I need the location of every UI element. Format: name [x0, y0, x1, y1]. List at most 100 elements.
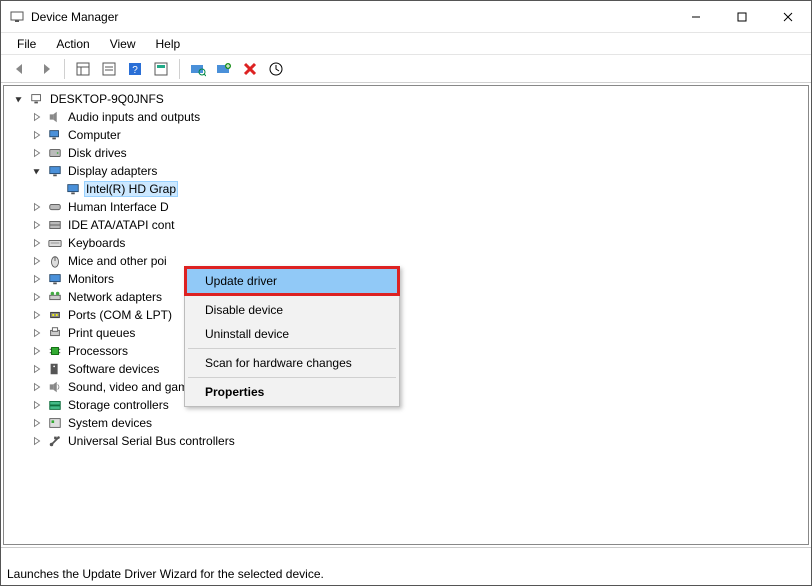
device-tree-pane[interactable]: DESKTOP-9Q0JNFS Audio inputs and outputs C… — [3, 85, 809, 545]
software-icon — [47, 361, 63, 377]
tree-category[interactable]: Processors — [8, 342, 808, 360]
forward-button[interactable] — [35, 58, 57, 80]
display-icon — [47, 163, 63, 179]
tree-device-label: Intel(R) HD Grap — [84, 181, 178, 197]
status-text: Launches the Update Driver Wizard for th… — [7, 567, 805, 581]
tree-category[interactable]: Audio inputs and outputs — [8, 108, 808, 126]
tree-toggle-icon[interactable] — [30, 380, 44, 394]
keyboard-icon — [47, 235, 63, 251]
menu-view[interactable]: View — [100, 35, 146, 53]
tree-category-label: Print queues — [66, 325, 137, 341]
toolbar-divider — [64, 59, 65, 79]
help-button[interactable]: ? — [124, 58, 146, 80]
tree-toggle-icon[interactable] — [30, 164, 44, 178]
tree-category[interactable]: Keyboards — [8, 234, 808, 252]
tree-toggle-icon[interactable] — [30, 416, 44, 430]
toolbar-divider — [179, 59, 180, 79]
menu-help[interactable]: Help — [146, 35, 191, 53]
tree-toggle-icon[interactable] — [30, 344, 44, 358]
tree-category-label: Software devices — [66, 361, 161, 377]
show-hide-tree-button[interactable] — [72, 58, 94, 80]
menu-action[interactable]: Action — [46, 35, 99, 53]
display-icon — [65, 181, 81, 197]
tree-category-label: Computer — [66, 127, 123, 143]
cm-separator — [188, 377, 396, 378]
computer-icon — [29, 91, 45, 107]
hid-icon — [47, 199, 63, 215]
minimize-button[interactable] — [673, 1, 719, 33]
tree-toggle-icon[interactable] — [30, 308, 44, 322]
cm-properties[interactable]: Properties — [187, 380, 397, 404]
tree-toggle-icon[interactable] — [30, 290, 44, 304]
menu-file[interactable]: File — [7, 35, 46, 53]
statusbar: Launches the Update Driver Wizard for th… — [1, 547, 811, 585]
scan-hardware-button[interactable] — [187, 58, 209, 80]
tree-category-label: IDE ATA/ATAPI cont — [66, 217, 176, 233]
tree-category[interactable]: Monitors — [8, 270, 808, 288]
tree-toggle-icon[interactable] — [30, 146, 44, 160]
tree-toggle-icon[interactable] — [30, 200, 44, 214]
tree-category-label: Universal Serial Bus controllers — [66, 433, 237, 449]
add-legacy-button[interactable] — [213, 58, 235, 80]
tree-category[interactable]: Storage controllers — [8, 396, 808, 414]
uninstall-button[interactable] — [239, 58, 261, 80]
tree-category[interactable]: Ports (COM & LPT) — [8, 306, 808, 324]
tree-category[interactable]: Print queues — [8, 324, 808, 342]
tree-toggle-icon[interactable] — [30, 128, 44, 142]
tree-toggle-icon[interactable] — [30, 398, 44, 412]
tree-category[interactable]: Disk drives — [8, 144, 808, 162]
tree-category[interactable]: IDE ATA/ATAPI cont — [8, 216, 808, 234]
tree-root[interactable]: DESKTOP-9Q0JNFS — [8, 90, 808, 108]
usb-icon — [47, 433, 63, 449]
tree-toggle-icon[interactable] — [30, 254, 44, 268]
device-tree: DESKTOP-9Q0JNFS Audio inputs and outputs C… — [4, 90, 808, 450]
tree-category[interactable]: Computer — [8, 126, 808, 144]
close-button[interactable] — [765, 1, 811, 33]
tree-root-label: DESKTOP-9Q0JNFS — [48, 91, 166, 107]
tree-toggle-icon[interactable] — [30, 110, 44, 124]
cm-scan-hardware[interactable]: Scan for hardware changes — [187, 351, 397, 375]
tree-category-label: Disk drives — [66, 145, 129, 161]
tree-toggle-icon[interactable] — [30, 236, 44, 250]
tree-category[interactable]: System devices — [8, 414, 808, 432]
tree-category[interactable]: Mice and other poi — [8, 252, 808, 270]
tree-toggle-icon[interactable] — [30, 362, 44, 376]
tree-toggle-icon[interactable] — [12, 92, 26, 106]
tree-toggle-spacer — [48, 182, 62, 196]
cm-update-driver[interactable]: Update driver — [187, 269, 397, 293]
ide-icon — [47, 217, 63, 233]
audio-icon — [47, 109, 63, 125]
tree-category-label: Audio inputs and outputs — [66, 109, 202, 125]
monitor-icon — [47, 271, 63, 287]
tree-category[interactable]: Network adapters — [8, 288, 808, 306]
tree-category[interactable]: Human Interface D — [8, 198, 808, 216]
tree-category-label: System devices — [66, 415, 154, 431]
tree-category[interactable]: Sound, video and game controllers — [8, 378, 808, 396]
back-button[interactable] — [9, 58, 31, 80]
svg-text:?: ? — [132, 65, 138, 76]
tree-category[interactable]: Display adapters — [8, 162, 808, 180]
sound-icon — [47, 379, 63, 395]
tree-category-label: Human Interface D — [66, 199, 171, 215]
tree-category-label: Ports (COM & LPT) — [66, 307, 174, 323]
action-button[interactable] — [150, 58, 172, 80]
tree-toggle-icon[interactable] — [30, 326, 44, 340]
storage-icon — [47, 397, 63, 413]
cm-separator — [188, 348, 396, 349]
tree-device[interactable]: Intel(R) HD Grap — [8, 180, 808, 198]
tree-toggle-icon[interactable] — [30, 272, 44, 286]
tree-toggle-icon[interactable] — [30, 218, 44, 232]
tree-toggle-icon[interactable] — [30, 434, 44, 448]
tree-category[interactable]: Software devices — [8, 360, 808, 378]
cm-uninstall-device[interactable]: Uninstall device — [187, 322, 397, 346]
properties-button[interactable] — [98, 58, 120, 80]
printer-icon — [47, 325, 63, 341]
cm-disable-device[interactable]: Disable device — [187, 298, 397, 322]
tree-category-label: Monitors — [66, 271, 116, 287]
update-driver-button[interactable] — [265, 58, 287, 80]
window-controls — [673, 1, 811, 33]
titlebar: Device Manager — [1, 1, 811, 33]
tree-category[interactable]: Universal Serial Bus controllers — [8, 432, 808, 450]
app-icon — [9, 9, 25, 25]
maximize-button[interactable] — [719, 1, 765, 33]
